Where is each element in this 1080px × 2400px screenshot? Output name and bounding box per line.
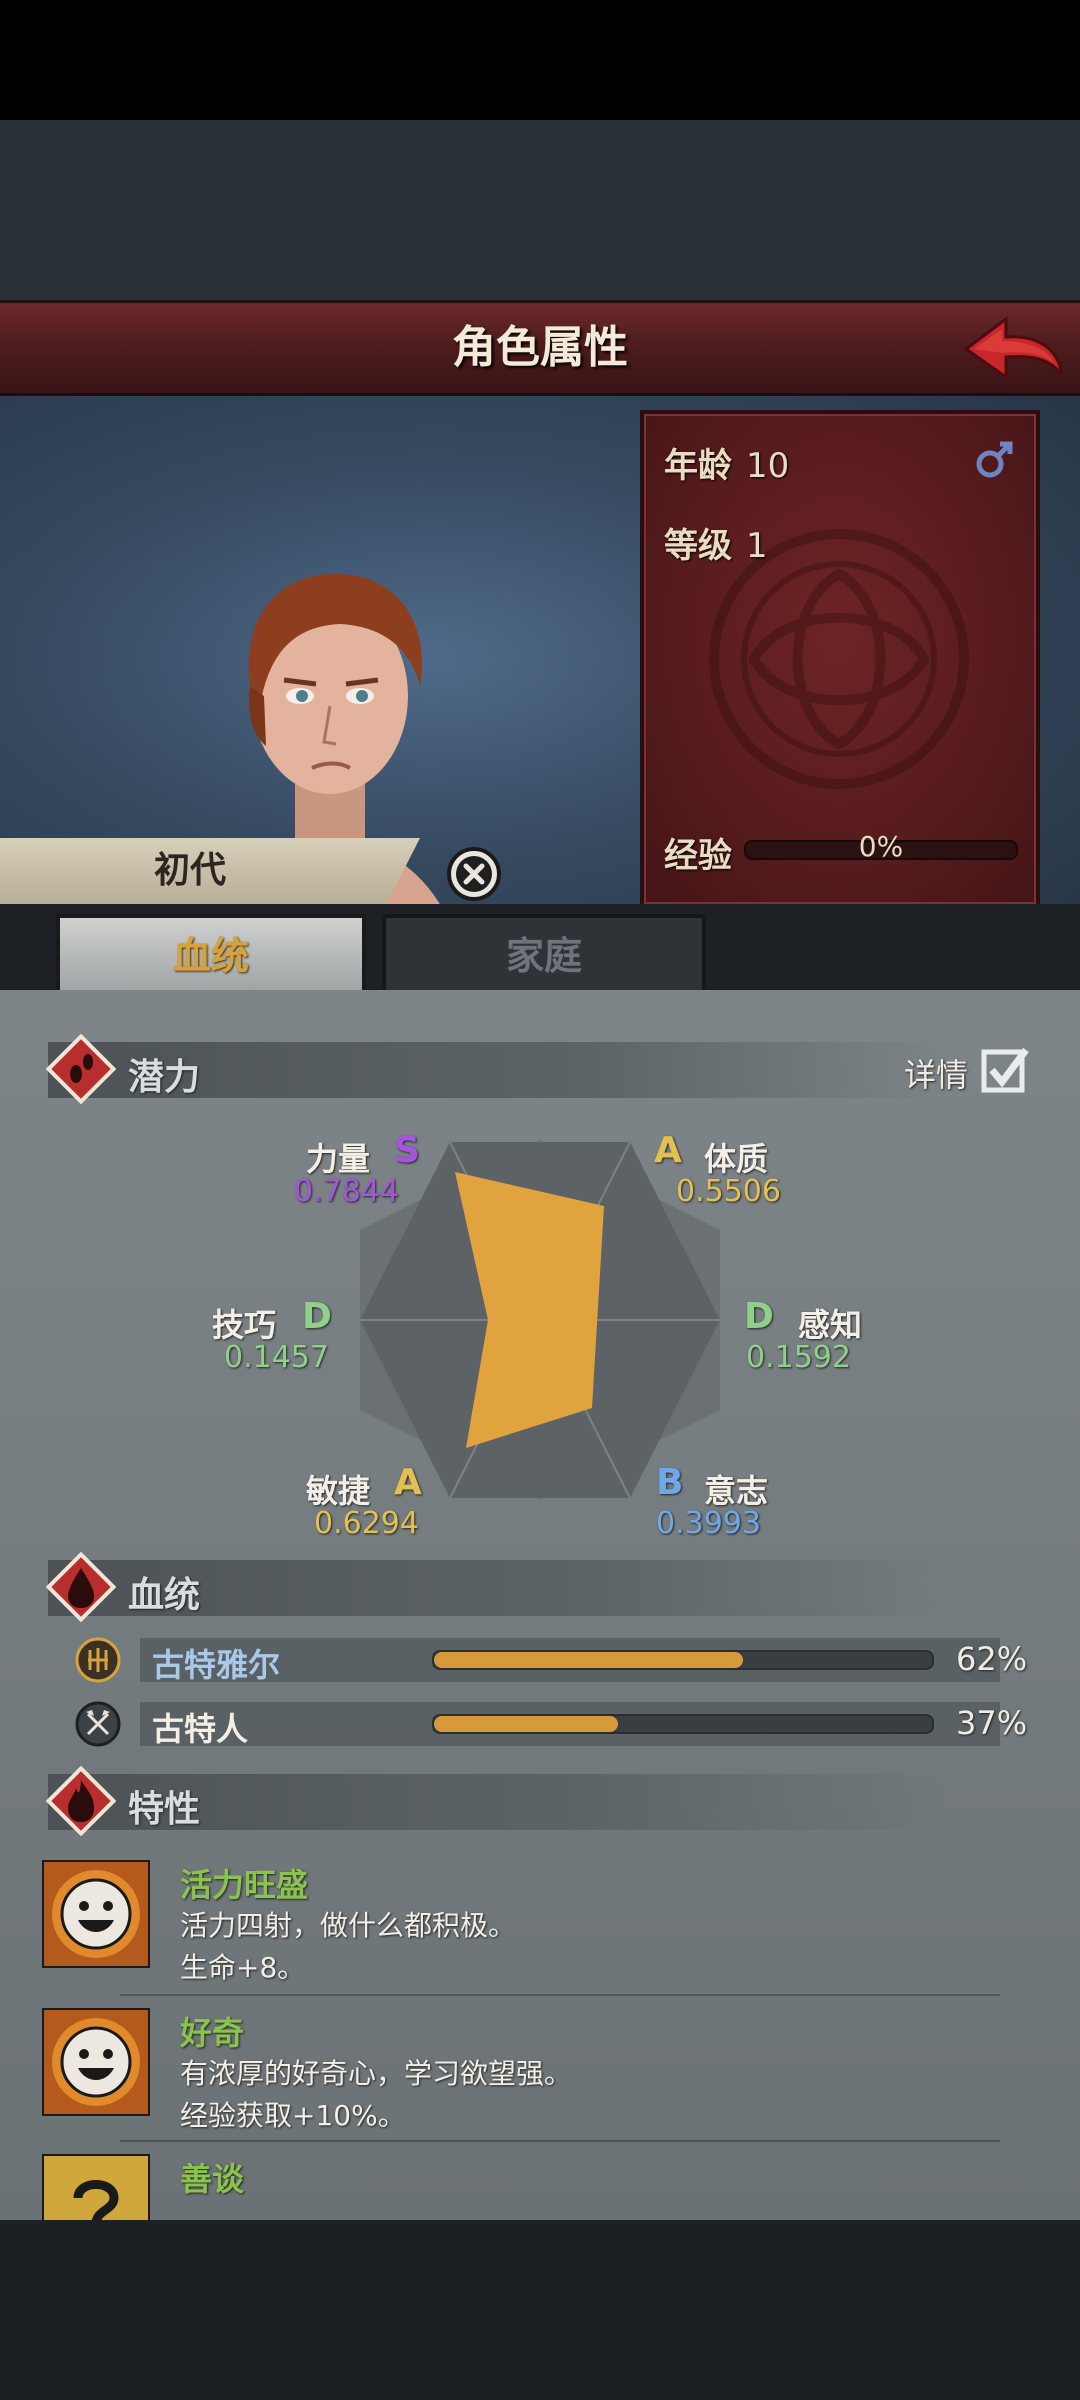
detail-checkbox[interactable] bbox=[980, 1044, 1030, 1094]
smiley-face-icon bbox=[42, 2008, 150, 2116]
trait-item[interactable]: 善谈 bbox=[42, 2154, 1042, 2220]
blood-drop-icon bbox=[46, 1552, 116, 1622]
footprint-icon bbox=[46, 1034, 116, 1104]
question-mark-icon bbox=[42, 2154, 150, 2220]
exp-value: 0% bbox=[858, 830, 904, 863]
trait-effect: 经验获取+10%。 bbox=[180, 2099, 406, 2132]
lineage-progress-bar bbox=[432, 1650, 934, 1670]
exp-progress-bar: 0% bbox=[744, 830, 1018, 863]
age-value: 10 bbox=[746, 446, 790, 486]
tab-family[interactable]: 家庭 bbox=[382, 914, 706, 998]
level-value: 1 bbox=[746, 526, 768, 566]
crossed-axes-icon bbox=[75, 1701, 121, 1747]
character-stats-panel: 年龄 10 等级 1 经验 0% bbox=[640, 410, 1040, 908]
lineage-progress-bar bbox=[432, 1714, 934, 1734]
level-label: 等级 bbox=[664, 526, 732, 566]
detail-label: 详情 bbox=[904, 1056, 969, 1094]
lineage-row-gut: 古特人 37% bbox=[60, 1700, 1040, 1748]
lineage-progress-fill bbox=[434, 1652, 743, 1668]
lineage-row-gutyar: 古特雅尔 62% bbox=[60, 1636, 1040, 1684]
page-title: 角色属性 bbox=[452, 322, 628, 373]
trait-name: 好奇 bbox=[180, 2014, 245, 2052]
exp-label: 经验 bbox=[664, 836, 732, 876]
trait-item[interactable]: 好奇 有浓厚的好奇心，学习欲望强。 经验获取+10%。 bbox=[42, 2008, 1042, 2148]
gutyar-emblem-icon bbox=[75, 1637, 121, 1683]
flame-icon bbox=[46, 1766, 116, 1836]
attr-strength-grade: S bbox=[394, 1130, 420, 1171]
age-label: 年龄 bbox=[664, 446, 732, 486]
trait-effect: 生命+8。 bbox=[180, 1951, 306, 1984]
status-bar bbox=[0, 0, 1080, 120]
bottom-bar bbox=[0, 2220, 1080, 2400]
male-icon bbox=[976, 441, 1013, 478]
lineage-percent: 37% bbox=[956, 1704, 1028, 1742]
back-arrow-icon[interactable] bbox=[958, 313, 1068, 385]
trait-name: 活力旺盛 bbox=[180, 1866, 309, 1904]
attr-constitution-grade: A bbox=[654, 1130, 682, 1171]
lineage-percent: 62% bbox=[956, 1640, 1028, 1678]
attr-agility-value: 0.6294 bbox=[314, 1506, 419, 1541]
trait-desc: 有浓厚的好奇心，学习欲望强。 bbox=[180, 2057, 573, 2090]
trait-divider bbox=[120, 2140, 1000, 2142]
trait-desc: 活力四射，做什么都积极。 bbox=[180, 1909, 517, 1942]
attr-agility-grade: A bbox=[394, 1462, 422, 1503]
close-icon[interactable] bbox=[446, 846, 502, 902]
attr-perception-grade: D bbox=[744, 1296, 774, 1337]
attr-strength-value: 0.7844 bbox=[294, 1174, 399, 1209]
lineage-progress-fill bbox=[434, 1716, 619, 1732]
age-row: 年龄 10 bbox=[664, 438, 789, 487]
traits-title: 特性 bbox=[128, 1789, 201, 1830]
lineage-name: 古特人 bbox=[152, 1710, 249, 1748]
lineage-name: 古特雅尔 bbox=[152, 1646, 281, 1684]
tab-lineage[interactable]: 血统 bbox=[56, 914, 366, 998]
trait-item[interactable]: 活力旺盛 活力四射，做什么都积极。 生命+8。 bbox=[42, 1860, 1042, 2000]
attr-will-grade: B bbox=[656, 1462, 684, 1503]
trait-divider bbox=[120, 1994, 1000, 1996]
attr-will-value: 0.3993 bbox=[656, 1506, 761, 1541]
attr-skill-grade: D bbox=[302, 1296, 332, 1337]
header-banner: 角色属性 bbox=[0, 300, 1080, 399]
attr-skill-value: 0.1457 bbox=[224, 1340, 329, 1375]
level-row: 等级 1 bbox=[664, 518, 768, 567]
lineage-title: 血统 bbox=[128, 1575, 201, 1616]
generation-label: 初代 bbox=[153, 850, 226, 891]
trait-name: 善谈 bbox=[180, 2160, 245, 2198]
attr-perception-value: 0.1592 bbox=[746, 1340, 851, 1375]
potential-title: 潜力 bbox=[128, 1057, 201, 1098]
smiley-face-icon bbox=[42, 1860, 150, 1968]
attr-constitution-value: 0.5506 bbox=[676, 1174, 781, 1209]
